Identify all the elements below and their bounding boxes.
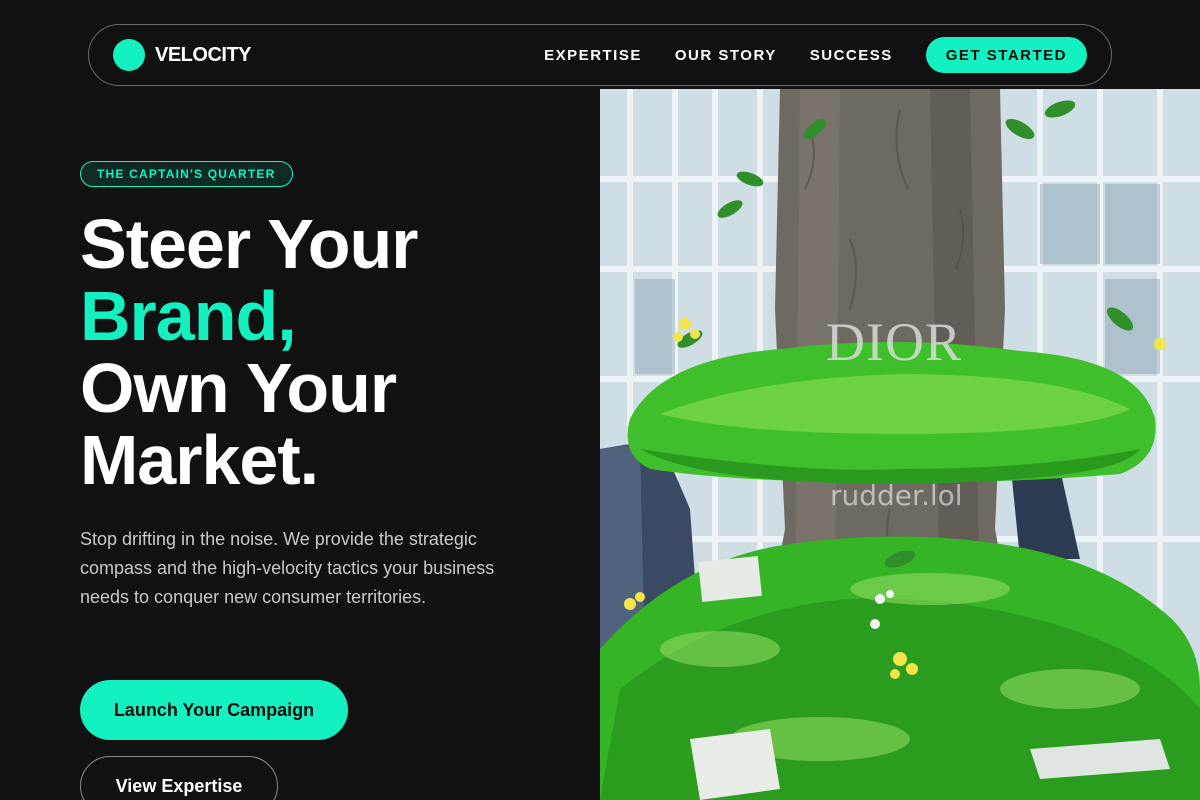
headline-line-4: Market.: [80, 421, 319, 499]
top-nav: VELOCITY EXPERTISE OUR STORY SUCCESS GET…: [88, 24, 1112, 86]
hero-image: DIOR rudder.lol: [600, 89, 1200, 800]
nav-link-our-story[interactable]: OUR STORY: [675, 47, 777, 64]
launch-campaign-button[interactable]: Launch Your Campaign: [80, 680, 348, 740]
view-expertise-button[interactable]: View Expertise: [80, 756, 278, 800]
nav-links: EXPERTISE OUR STORY SUCCESS GET STARTED: [544, 37, 1087, 73]
brand-name: VELOCITY: [155, 43, 252, 66]
hero-photo-illustration: [600, 89, 1200, 800]
headline-line-1: Steer Your: [80, 205, 419, 283]
hero-headline: Steer Your Brand, Own Your Market.: [80, 208, 580, 496]
headline-line-3: Own Your: [80, 349, 397, 427]
nav-link-success[interactable]: SUCCESS: [810, 47, 893, 64]
brand-dot-icon: [113, 39, 145, 71]
image-watermark: rudder.lol: [830, 479, 963, 512]
dior-signage: DIOR: [826, 312, 962, 372]
page: VELOCITY EXPERTISE OUR STORY SUCCESS GET…: [0, 0, 1200, 800]
brand-logo[interactable]: VELOCITY: [113, 39, 252, 71]
nav-link-expertise[interactable]: EXPERTISE: [544, 47, 642, 64]
section-badge: THE CAPTAIN'S QUARTER: [80, 161, 293, 187]
hero-subtext: Stop drifting in the noise. We provide t…: [80, 529, 495, 607]
headline-line-2-accent: Brand,: [80, 277, 297, 355]
get-started-button[interactable]: GET STARTED: [925, 37, 1087, 73]
